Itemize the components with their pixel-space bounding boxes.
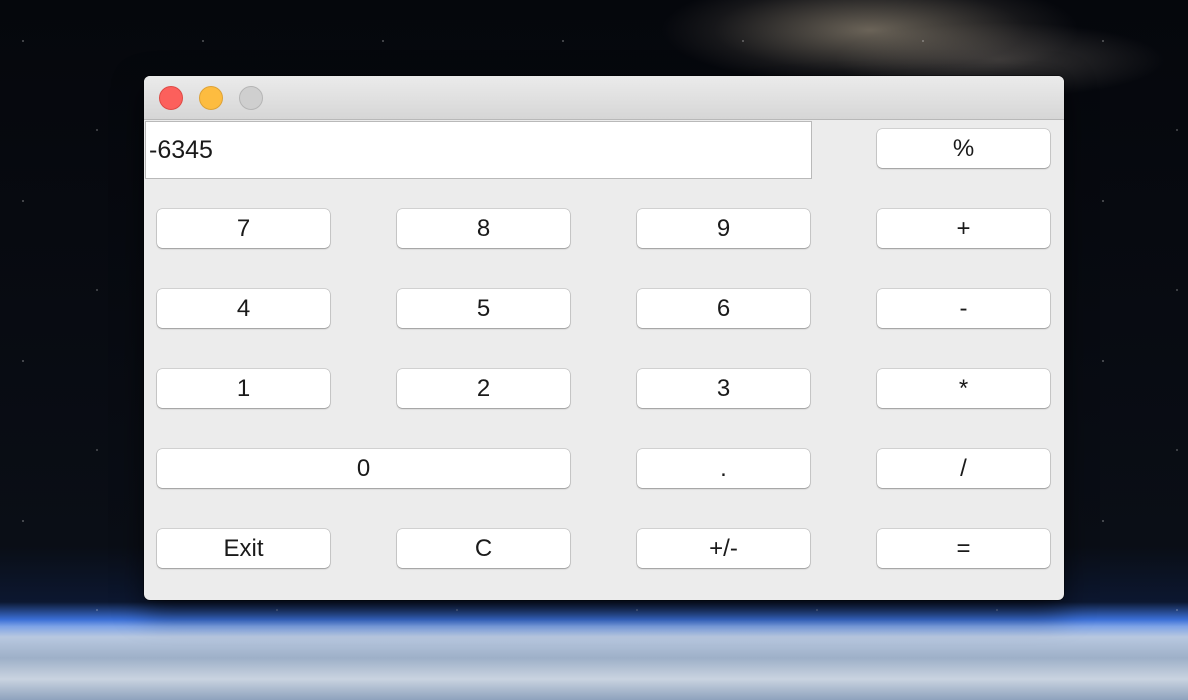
minus-button[interactable]: - xyxy=(877,289,1050,328)
decimal-point-button[interactable]: . xyxy=(637,449,810,488)
negate-button[interactable]: +/- xyxy=(637,529,810,568)
plus-button[interactable]: + xyxy=(877,209,1050,248)
multiply-button[interactable]: * xyxy=(877,369,1050,408)
exit-button[interactable]: Exit xyxy=(157,529,330,568)
digit-9-button[interactable]: 9 xyxy=(637,209,810,248)
digit-7-button[interactable]: 7 xyxy=(157,209,330,248)
digit-2-button[interactable]: 2 xyxy=(397,369,570,408)
display-field[interactable]: -6345 xyxy=(145,121,812,179)
divide-button[interactable]: / xyxy=(877,449,1050,488)
title-bar[interactable] xyxy=(144,76,1064,120)
digit-4-button[interactable]: 4 xyxy=(157,289,330,328)
digit-0-button[interactable]: 0 xyxy=(157,449,570,488)
percent-button[interactable]: % xyxy=(877,129,1050,168)
equals-button[interactable]: = xyxy=(877,529,1050,568)
digit-8-button[interactable]: 8 xyxy=(397,209,570,248)
zoom-window-button[interactable] xyxy=(239,86,263,110)
digit-1-button[interactable]: 1 xyxy=(157,369,330,408)
minimize-window-button[interactable] xyxy=(199,86,223,110)
digit-5-button[interactable]: 5 xyxy=(397,289,570,328)
clear-button[interactable]: C xyxy=(397,529,570,568)
close-window-button[interactable] xyxy=(159,86,183,110)
digit-6-button[interactable]: 6 xyxy=(637,289,810,328)
calculator-window: -6345 % 7 8 9 + 4 5 6 - 1 2 3 * 0 . / Ex… xyxy=(144,76,1064,600)
digit-3-button[interactable]: 3 xyxy=(637,369,810,408)
